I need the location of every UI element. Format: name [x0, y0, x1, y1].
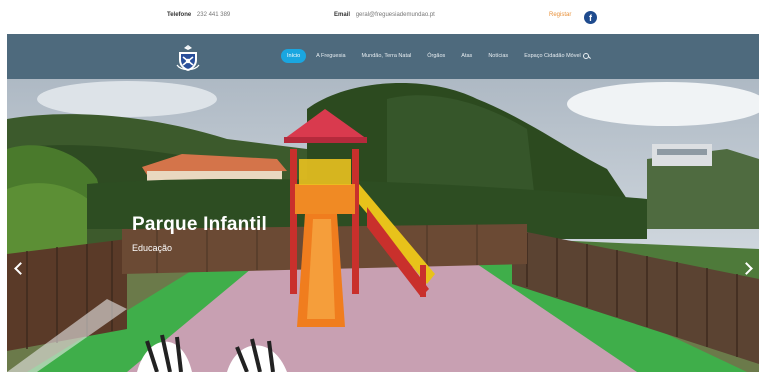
- search-icon[interactable]: [582, 52, 589, 59]
- email-label: Email: [334, 12, 351, 18]
- register-link[interactable]: Registar: [549, 12, 571, 18]
- slide-subtitle: Educação: [132, 243, 173, 253]
- chevron-left-icon[interactable]: [13, 260, 27, 276]
- chevron-right-icon[interactable]: [740, 260, 754, 276]
- phone-label: Telefone: [167, 12, 192, 18]
- main-menu: Início A Freguesia Mundão, Terra Natal Ó…: [281, 49, 589, 63]
- menu-item-inicio[interactable]: Início: [281, 49, 307, 63]
- main-navbar: Início A Freguesia Mundão, Terra Natal Ó…: [7, 34, 759, 79]
- playground-photo: [7, 79, 759, 372]
- menu-item-espaco-cidadao[interactable]: Espaço Cidadão Móvel: [516, 49, 589, 63]
- crest-logo[interactable]: [173, 43, 203, 73]
- menu-item-freguesia[interactable]: A Freguesia: [308, 49, 353, 63]
- phone-info: Telefone 232 441 389: [167, 12, 230, 18]
- menu-item-atas[interactable]: Atas: [453, 49, 480, 63]
- menu-item-noticias[interactable]: Notícias: [480, 49, 516, 63]
- phone-value[interactable]: 232 441 389: [197, 12, 230, 18]
- email-value[interactable]: geral@freguesiademundao.pt: [356, 12, 435, 18]
- email-info: Email geral@freguesiademundao.pt: [334, 12, 435, 18]
- slide-title: Parque Infantil: [132, 214, 267, 235]
- menu-item-mundao-terra-natal[interactable]: Mundão, Terra Natal: [354, 49, 420, 63]
- menu-item-espaco-cidadao-label: Espaço Cidadão Móvel: [524, 53, 581, 59]
- hero-slider: Parque Infantil Educação: [7, 79, 759, 372]
- top-info-bar: Telefone 232 441 389 Email geral@fregues…: [0, 0, 759, 34]
- facebook-icon[interactable]: f: [584, 11, 597, 24]
- menu-item-orgaos[interactable]: Órgãos: [419, 49, 453, 63]
